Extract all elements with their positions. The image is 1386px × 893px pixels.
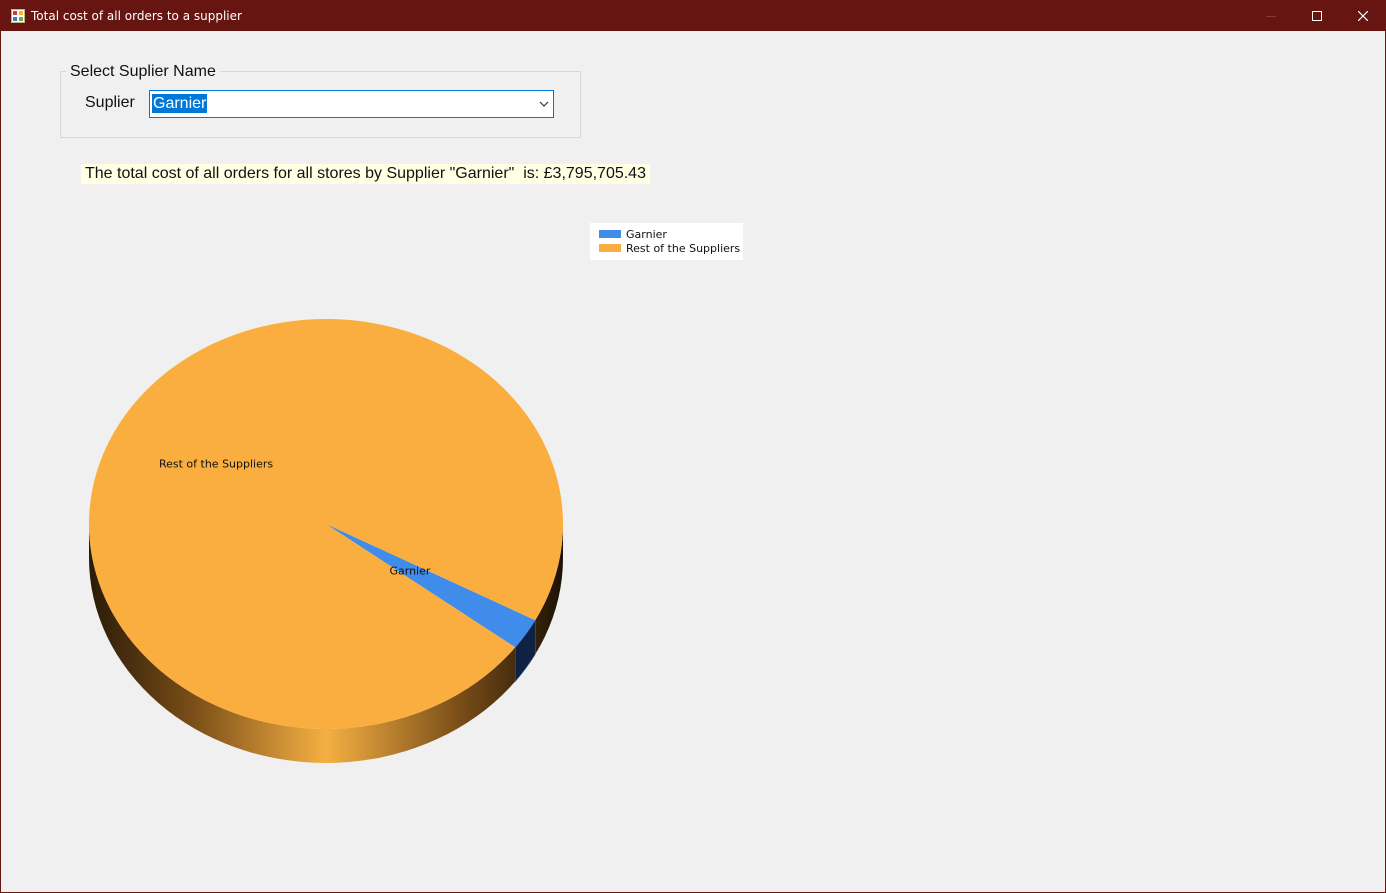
pie-slice-garnier-label: Garnier bbox=[389, 564, 430, 577]
pie-slice-rest-of-the-suppliers[interactable] bbox=[89, 318, 564, 729]
pie-slice-rest-of-the-suppliers-label: Rest of the Suppliers bbox=[159, 457, 273, 470]
legend-swatch-garnier bbox=[599, 230, 621, 238]
legend-label-rest: Rest of the Suppliers bbox=[626, 241, 741, 255]
pie-chart: Garnier Rest of the Suppliers bbox=[89, 318, 564, 763]
legend-swatch-rest bbox=[599, 244, 621, 252]
legend-item-rest: Rest of the Suppliers bbox=[599, 241, 740, 255]
legend-label-garnier: Garnier bbox=[626, 227, 667, 241]
chart-legend: Garnier Rest of the Suppliers bbox=[590, 223, 743, 260]
legend-item-garnier: Garnier bbox=[599, 227, 667, 241]
